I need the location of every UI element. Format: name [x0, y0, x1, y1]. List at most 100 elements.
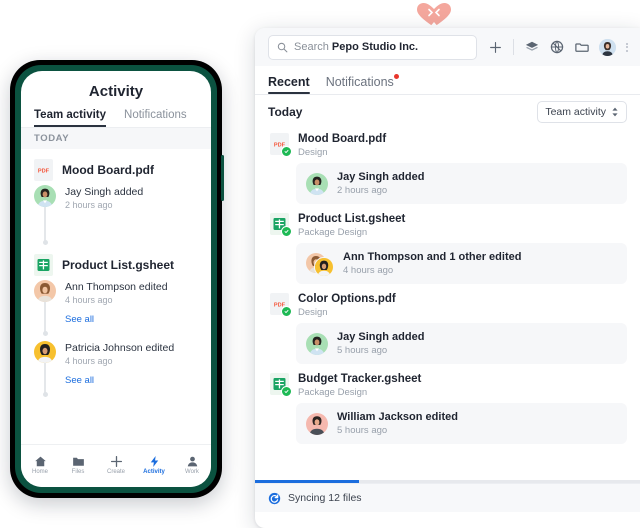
plus-icon[interactable] — [487, 39, 503, 55]
phone-device: Activity Team activity Notifications TOD… — [10, 60, 224, 498]
pdf-file-icon: PDF — [270, 133, 292, 157]
synced-badge-icon — [281, 306, 292, 317]
toolbar-icon-group — [487, 38, 628, 56]
section-title: TODAY — [21, 128, 211, 149]
tab-recent[interactable]: Recent — [268, 75, 310, 94]
file-row[interactable]: PDF Mood Board.pdf — [34, 149, 198, 185]
synced-badge-icon — [281, 386, 292, 397]
svg-text:PDF: PDF — [38, 169, 50, 175]
gsheet-file-icon — [270, 373, 292, 397]
sync-status-label: Syncing 12 files — [288, 492, 362, 504]
pdf-file-icon: PDF — [34, 159, 53, 181]
see-all-link[interactable]: See all — [65, 314, 168, 325]
activity-row[interactable]: Jay Singh added 2 hours ago — [34, 185, 198, 245]
file-row[interactable]: Product List.gsheet — [34, 244, 198, 280]
timeline-dot — [42, 392, 48, 397]
tab-team-activity[interactable]: Team activity — [34, 109, 107, 127]
search-placeholder: Search Pepo Studio Inc. — [294, 41, 419, 53]
desktop-activity-list: PDF Mood Board.pdf Design Jay Singh adde… — [255, 129, 640, 480]
nav-label: Activity — [143, 469, 165, 475]
activity-time: 2 hours ago — [337, 185, 388, 196]
phone-side-button[interactable] — [221, 155, 224, 201]
activity-text: Ann Thompson and 1 other edited — [343, 251, 522, 263]
sync-progress-track — [255, 480, 640, 483]
activity-time: 4 hours ago — [65, 295, 113, 305]
activity-row[interactable]: Jay Singh added 2 hours ago — [296, 163, 627, 204]
activity-row[interactable]: William Jackson edited 5 hours ago — [296, 403, 627, 444]
home-icon — [34, 456, 46, 467]
activity-text: Jay Singh added — [337, 171, 425, 183]
nav-label: Files — [71, 469, 85, 475]
file-group: PDF Color Options.pdf Design Jay Singh a… — [268, 289, 627, 364]
file-group: Product List.gsheet Package Design Ann T… — [268, 209, 627, 284]
file-row[interactable]: Budget Tracker.gsheet Package Design — [268, 369, 627, 401]
search-icon — [277, 42, 288, 52]
nav-item-files[interactable]: Files — [60, 455, 96, 475]
nav-item-activity[interactable]: Activity — [136, 455, 172, 475]
phone-tabs: Team activity Notifications — [21, 109, 211, 128]
activity-filter-label: Team activity — [545, 106, 606, 118]
avatar — [34, 185, 56, 207]
activity-text: Jay Singh added — [65, 186, 144, 198]
phone-activity-list: PDF Mood Board.pdf Jay Singh added 2 hou… — [21, 149, 211, 444]
file-name: Color Options.pdf — [298, 293, 396, 305]
folder-icon[interactable] — [574, 39, 590, 55]
tab-notifications[interactable]: Notifications — [326, 74, 399, 94]
sync-progress-fill — [255, 480, 359, 483]
avatar — [34, 280, 56, 302]
file-name: Mood Board.pdf — [298, 133, 387, 145]
activity-row[interactable]: Ann Thompson edited 4 hours ago See all — [34, 280, 198, 336]
file-name: Product List.gsheet — [298, 213, 406, 225]
file-folder: Design — [298, 147, 328, 158]
timeline-dot — [42, 240, 48, 245]
file-row[interactable]: Product List.gsheet Package Design — [268, 209, 627, 241]
chevron-updown-icon — [612, 107, 618, 117]
tab-notifications[interactable]: Notifications — [124, 109, 187, 127]
timeline-line — [44, 207, 46, 244]
activity-time: 4 hours ago — [65, 356, 113, 366]
notifications-badge-dot — [393, 74, 399, 79]
phone-bezel: Activity Team activity Notifications TOD… — [15, 65, 217, 493]
file-row[interactable]: PDF Color Options.pdf Design — [268, 289, 627, 321]
see-all-link[interactable]: See all — [65, 375, 174, 386]
layers-icon[interactable] — [524, 39, 540, 55]
folder-icon — [72, 457, 84, 466]
nav-label: Home — [31, 469, 48, 475]
desktop-window: Search Pepo Studio Inc. Recent Notificat… — [255, 28, 640, 528]
activity-row[interactable]: Jay Singh added 5 hours ago — [296, 323, 627, 364]
file-folder: Package Design — [298, 227, 368, 238]
file-row[interactable]: PDF Mood Board.pdf Design — [268, 129, 627, 161]
desktop-list-header: Today Team activity — [255, 95, 640, 129]
avatar — [306, 172, 328, 195]
activity-text: Ann Thompson edited — [65, 281, 168, 293]
globe-icon[interactable] — [549, 39, 565, 55]
page-title: Activity — [88, 83, 144, 100]
activity-text: William Jackson edited — [337, 411, 458, 423]
kebab-menu-icon[interactable] — [626, 42, 628, 52]
activity-text: Jay Singh added — [337, 331, 425, 343]
desktop-tabs: Recent Notifications — [255, 66, 640, 95]
nav-label: Work — [185, 469, 199, 475]
section-title: Today — [268, 105, 303, 119]
timeline-rail — [34, 280, 56, 336]
file-name: Mood Board.pdf — [62, 162, 154, 177]
activity-time: 2 hours ago — [65, 200, 113, 210]
timeline-rail — [34, 185, 56, 245]
file-name: Budget Tracker.gsheet — [298, 373, 422, 385]
timeline-dot — [42, 331, 48, 336]
file-folder: Design — [298, 307, 328, 318]
activity-row[interactable]: Ann Thompson and 1 other edited 4 hours … — [296, 243, 627, 284]
search-input[interactable]: Search Pepo Studio Inc. — [268, 34, 477, 60]
desktop-toolbar: Search Pepo Studio Inc. — [255, 28, 640, 66]
activity-time: 4 hours ago — [343, 265, 394, 276]
file-group: Budget Tracker.gsheet Package Design Wil… — [268, 369, 627, 444]
nav-item-create[interactable]: Create — [98, 455, 134, 475]
activity-filter-dropdown[interactable]: Team activity — [537, 101, 627, 123]
avatar — [34, 341, 56, 363]
activity-row[interactable]: Patricia Johnson edited 4 hours ago See … — [34, 341, 198, 397]
gsheet-file-icon — [270, 213, 292, 237]
avatar[interactable] — [599, 38, 616, 56]
avatar — [306, 412, 328, 435]
nav-item-work[interactable]: Work — [174, 455, 210, 475]
nav-item-home[interactable]: Home — [22, 455, 58, 475]
